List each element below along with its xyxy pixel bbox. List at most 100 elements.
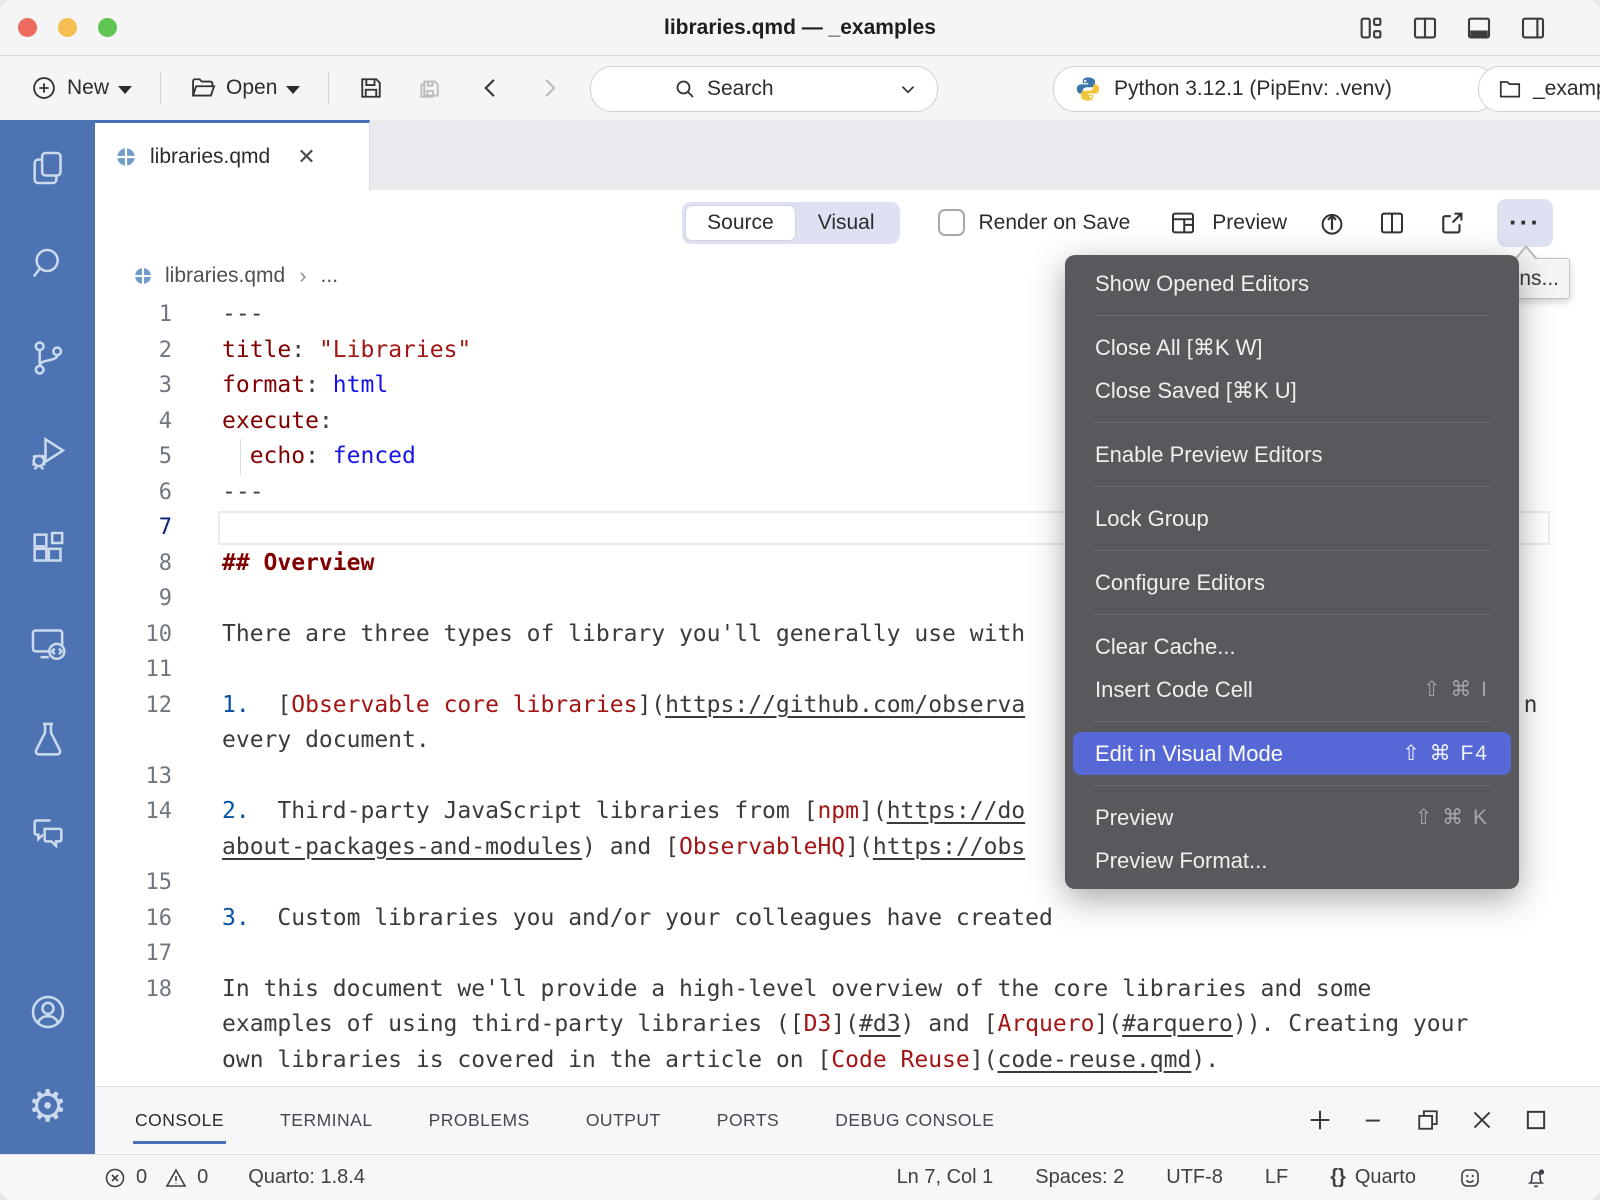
- render-on-save-checkbox[interactable]: [938, 209, 965, 236]
- plus-circle-icon: [30, 74, 58, 102]
- source-visual-toggle: Source Visual: [682, 202, 899, 244]
- activity-bar-source-control-icon[interactable]: [0, 310, 95, 405]
- open-button[interactable]: Open: [181, 68, 308, 108]
- menu-item-preview-format[interactable]: Preview Format...: [1065, 839, 1519, 882]
- menu-item-show-opened-editors[interactable]: Show Opened Editors: [1065, 262, 1519, 305]
- activity-bar-run-debug-icon[interactable]: [0, 405, 95, 500]
- line-number: 4: [95, 404, 172, 440]
- code-text: execute:: [222, 404, 333, 440]
- forward-icon[interactable]: [535, 74, 563, 102]
- tab-libraries-qmd[interactable]: libraries.qmd ✕: [95, 120, 370, 190]
- code-text: title: "Libraries": [222, 333, 471, 369]
- search-box[interactable]: Search: [590, 66, 938, 112]
- interpreter-selector[interactable]: Python 3.12.1 (PipEnv: .venv): [1053, 66, 1497, 112]
- menu-item-clear-cache[interactable]: Clear Cache...: [1065, 625, 1519, 668]
- more-actions-button[interactable]: ···: [1497, 199, 1553, 247]
- code-text: own libraries is covered in the article …: [222, 1043, 1219, 1079]
- activity-bar-chat-icon[interactable]: [0, 785, 95, 880]
- activity-bar-testing-icon[interactable]: [0, 690, 95, 785]
- activity-bar-account-icon[interactable]: [0, 964, 95, 1059]
- menu-item-enable-preview-editors[interactable]: Enable Preview Editors: [1065, 433, 1519, 476]
- menu-item-preview[interactable]: Preview⇧ ⌘ K: [1065, 796, 1519, 839]
- folder-open-icon: [189, 74, 217, 102]
- split-editor-icon[interactable]: [1410, 13, 1440, 43]
- menu-item-close-all-k-w[interactable]: Close All [⌘K W]: [1065, 326, 1519, 369]
- line-number: 10: [95, 617, 172, 653]
- save-icon[interactable]: [357, 74, 385, 102]
- menu-item-label: Configure Editors: [1095, 570, 1265, 596]
- menu-item-edit-in-visual-mode[interactable]: Edit in Visual Mode⇧ ⌘ F4: [1073, 732, 1511, 775]
- python-icon: [1074, 75, 1102, 103]
- error-count: 0: [136, 1166, 147, 1189]
- warning-count: 0: [197, 1166, 208, 1189]
- panel-icon[interactable]: [1464, 13, 1494, 43]
- menu-item-close-saved-k-u[interactable]: Close Saved [⌘K U]: [1065, 369, 1519, 412]
- activity-bar-remote-explorer-icon[interactable]: [0, 595, 95, 690]
- activity-bar-extensions-icon[interactable]: [0, 500, 95, 595]
- quarto-version-status[interactable]: Quarto: 1.8.4: [248, 1166, 365, 1189]
- new-button[interactable]: New: [22, 68, 140, 108]
- app-window: libraries.qmd — _examples New: [0, 0, 1600, 1200]
- encoding-status[interactable]: UTF-8: [1166, 1166, 1223, 1189]
- activity-bar-settings-icon[interactable]: ⚙: [0, 1059, 95, 1154]
- customize-layout-icon[interactable]: [1356, 13, 1386, 43]
- eol-status[interactable]: LF: [1265, 1166, 1288, 1189]
- panel-tab-debug-console[interactable]: DEBUG CONSOLE: [833, 1096, 996, 1144]
- render-icon[interactable]: [1317, 208, 1347, 238]
- panel-tab-ports[interactable]: PORTS: [715, 1096, 781, 1144]
- preview-button[interactable]: Preview: [1168, 208, 1287, 238]
- problems-status[interactable]: 0 0: [103, 1166, 208, 1190]
- minimize-icon[interactable]: [1360, 1106, 1388, 1134]
- panel-tab-output[interactable]: OUTPUT: [584, 1096, 663, 1144]
- code-text: In this document we'll provide a high-le…: [222, 972, 1371, 1008]
- open-external-icon[interactable]: [1437, 208, 1467, 238]
- code-text: ---: [222, 475, 264, 511]
- new-label: New: [67, 76, 109, 100]
- panel-tab-terminal[interactable]: TERMINAL: [278, 1096, 374, 1144]
- indentation-status[interactable]: Spaces: 2: [1035, 1166, 1124, 1189]
- line-number: 17: [95, 936, 172, 972]
- bottom-panel-tabs: CONSOLE TERMINAL PROBLEMS OUTPUT PORTS DEBUG …: [95, 1086, 1600, 1153]
- menu-item-label: Edit in Visual Mode: [1095, 741, 1283, 767]
- error-icon: [103, 1166, 127, 1190]
- editor-actions-menu: Show Opened Editors Close All [⌘K W]Close…: [1065, 255, 1519, 889]
- breadcrumb-more[interactable]: ...: [321, 264, 339, 288]
- panel-tab-console[interactable]: CONSOLE: [133, 1096, 226, 1144]
- top-toolbar: New Open Search: [0, 56, 1600, 121]
- menu-item-label: Lock Group: [1095, 506, 1209, 532]
- feedback-smiley-icon[interactable]: [1458, 1166, 1482, 1190]
- folder-icon: [1497, 76, 1523, 102]
- menu-item-shortcut: ⇧ ⌘ I: [1423, 677, 1489, 702]
- restore-icon[interactable]: [1414, 1106, 1442, 1134]
- cursor-position-status[interactable]: Ln 7, Col 1: [897, 1166, 994, 1189]
- save-all-icon[interactable]: [415, 74, 443, 102]
- plus-icon[interactable]: [1306, 1106, 1334, 1134]
- visual-mode-button[interactable]: Visual: [796, 205, 897, 241]
- menu-separator: [1093, 785, 1491, 786]
- line-number: 15: [95, 865, 172, 901]
- back-icon[interactable]: [477, 74, 505, 102]
- source-mode-button[interactable]: Source: [685, 205, 796, 241]
- maximize-icon[interactable]: [1522, 1106, 1550, 1134]
- menu-item-insert-code-cell[interactable]: Insert Code Cell⇧ ⌘ I: [1065, 668, 1519, 711]
- language-mode-status[interactable]: {} Quarto: [1330, 1166, 1416, 1189]
- menu-separator: [1093, 721, 1491, 722]
- activity-bar: ⚙: [0, 120, 95, 1154]
- activity-bar-explorer-icon[interactable]: [0, 120, 95, 215]
- close-icon[interactable]: [1468, 1106, 1496, 1134]
- menu-item-configure-editors[interactable]: Configure Editors: [1065, 561, 1519, 604]
- split-editor-icon[interactable]: [1377, 208, 1407, 238]
- notifications-bell-icon[interactable]: [1524, 1166, 1548, 1190]
- code-text: examples of using third-party libraries …: [222, 1007, 1468, 1043]
- code-text: about-packages-and-modules) and [Observa…: [222, 830, 1025, 866]
- panel-tab-problems[interactable]: PROBLEMS: [427, 1096, 532, 1144]
- activity-bar-search-icon[interactable]: [0, 215, 95, 310]
- search-icon: [673, 77, 697, 101]
- secondary-sidebar-icon[interactable]: [1518, 13, 1548, 43]
- code-text: 3. Custom libraries you and/or your coll…: [222, 901, 1053, 937]
- close-tab-icon[interactable]: ✕: [297, 144, 315, 170]
- menu-item-lock-group[interactable]: Lock Group: [1065, 497, 1519, 540]
- code-text: 2. Third-party JavaScript libraries from…: [222, 794, 1025, 830]
- breadcrumb-file[interactable]: libraries.qmd: [165, 264, 285, 288]
- workspace-button[interactable]: _examples: [1478, 66, 1600, 112]
